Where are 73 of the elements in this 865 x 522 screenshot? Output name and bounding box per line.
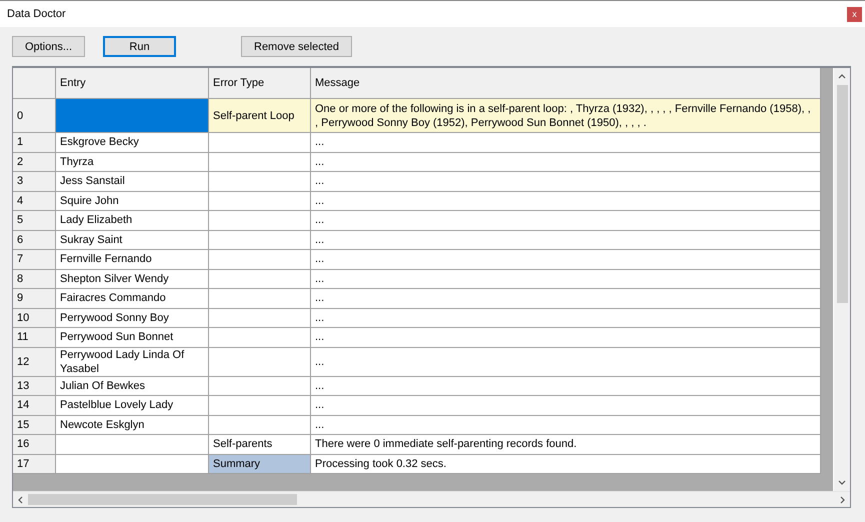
close-button[interactable]: x [847, 6, 862, 22]
table-cell: Self-parents [209, 435, 311, 454]
table-cell[interactable]: Squire John [56, 192, 209, 211]
table-cell[interactable]: Lady Elizabeth [56, 211, 209, 230]
table-cell[interactable]: Fernville Fernando [56, 250, 209, 270]
row-number[interactable]: 0 [13, 99, 56, 133]
scroll-thumb[interactable] [836, 85, 848, 303]
table-cell[interactable]: Eskgrove Becky [56, 133, 209, 152]
table-cell: ... [311, 211, 821, 230]
column-header[interactable]: Error Type [209, 68, 311, 99]
table-cell[interactable]: Sukray Saint [56, 230, 209, 250]
row-number[interactable]: 7 [13, 250, 56, 270]
toolbar-button[interactable]: Options... [12, 36, 85, 57]
chevron-left-icon[interactable] [18, 496, 23, 504]
table-cell[interactable]: Shepton Silver Wendy [56, 270, 209, 289]
table-cell: ... [311, 230, 821, 250]
row-number[interactable]: 2 [13, 152, 56, 172]
table-cell: ... [311, 152, 821, 172]
row-number[interactable]: 15 [13, 416, 56, 435]
row-number[interactable]: 17 [13, 454, 56, 474]
chevron-up-icon[interactable] [838, 74, 846, 79]
row-number[interactable]: 3 [13, 172, 56, 192]
row-number[interactable]: 6 [13, 230, 56, 250]
table-cell[interactable] [56, 454, 209, 474]
table-cell: ... [311, 396, 821, 416]
table-cell[interactable]: Jess Sanstail [56, 172, 209, 192]
chevron-down-icon[interactable] [838, 480, 846, 485]
row-number[interactable]: 10 [13, 308, 56, 328]
table-cell[interactable] [56, 99, 209, 133]
scroll-thumb[interactable] [28, 494, 297, 505]
column-header[interactable]: Message [311, 68, 821, 99]
toolbar-button[interactable]: Remove selected [241, 36, 352, 57]
table-cell: ... [311, 289, 821, 308]
toolbar-button[interactable]: Run [103, 36, 176, 57]
table-cell: Self-parent Loop [209, 99, 311, 133]
row-number[interactable]: 1 [13, 133, 56, 152]
table-cell[interactable]: Newcote Eskglyn [56, 416, 209, 435]
row-number[interactable]: 13 [13, 376, 56, 396]
table-cell[interactable]: Julian Of Bewkes [56, 376, 209, 396]
table-cell: ... [311, 328, 821, 348]
row-number[interactable]: 16 [13, 435, 56, 454]
table-cell: ... [311, 133, 821, 152]
table-cell[interactable]: Perrywood Sonny Boy [56, 308, 209, 328]
table-cell: Summary [209, 454, 311, 474]
table-cell[interactable]: Thyrza [56, 152, 209, 172]
table-cell[interactable]: Perrywood Lady Linda Of Yasabel [56, 348, 209, 376]
row-number[interactable]: 12 [13, 348, 56, 376]
row-number[interactable]: 11 [13, 328, 56, 348]
table-cell: ... [311, 308, 821, 328]
table-cell: ... [311, 416, 821, 435]
row-number[interactable]: 8 [13, 270, 56, 289]
column-header[interactable]: Entry [56, 68, 209, 99]
row-number[interactable]: 14 [13, 396, 56, 416]
table-cell: ... [311, 348, 821, 376]
table-cell: There were 0 immediate self-parenting records found. [311, 435, 821, 454]
table-cell: ... [311, 172, 821, 192]
window-title: Data Doctor [7, 8, 66, 20]
horizontal-scrollbar[interactable] [13, 491, 850, 507]
table-cell: ... [311, 250, 821, 270]
table-cell: ... [311, 376, 821, 396]
table-cell[interactable]: Fairacres Commando [56, 289, 209, 308]
table-cell[interactable]: Pastelblue Lovely Lady [56, 396, 209, 416]
vertical-scrollbar[interactable] [833, 68, 850, 491]
table-cell: Processing took 0.32 secs. [311, 454, 821, 474]
chevron-right-icon[interactable] [840, 496, 845, 504]
row-number[interactable]: 4 [13, 192, 56, 211]
table-cell[interactable] [56, 435, 209, 454]
row-number[interactable]: 5 [13, 211, 56, 230]
row-number[interactable]: 9 [13, 289, 56, 308]
table-cell: ... [311, 270, 821, 289]
table-cell: One or more of the following is in a self-parent loop: , Thyrza (1932), , , , , Fernville Fernando (1958), , , Perrywood Sonny Boy (1952), Perrywood Sun Bonnet (1950), , , , . [311, 99, 821, 133]
table-cell[interactable]: Perrywood Sun Bonnet [56, 328, 209, 348]
table-cell: ... [311, 192, 821, 211]
